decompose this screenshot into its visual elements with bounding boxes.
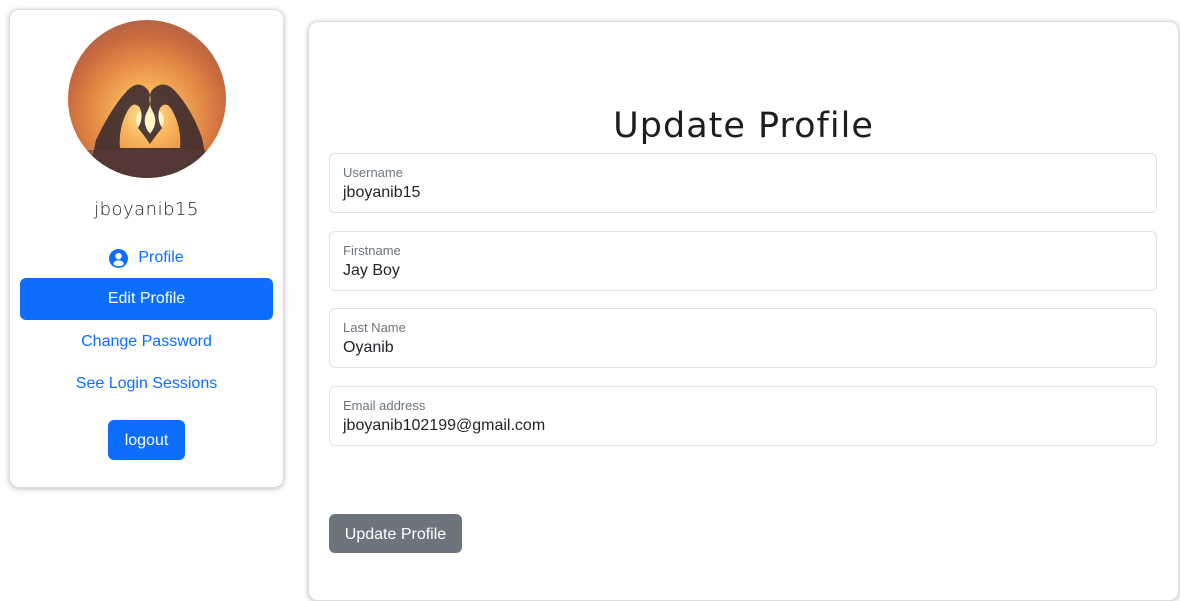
heart-hands-icon — [68, 84, 226, 178]
username-field-label: Username — [343, 165, 403, 180]
page-title: Update Profile — [613, 106, 874, 146]
sidebar-item-change-password[interactable]: Change Password — [20, 332, 273, 352]
lastname-field-label: Last Name — [343, 320, 406, 335]
logout-button[interactable]: logout — [108, 420, 185, 460]
email-field[interactable]: Email address jboyanib102199@gmail.com — [329, 386, 1157, 446]
sidebar-item-edit-profile[interactable]: Edit Profile — [20, 278, 273, 320]
sidebar-item-login-sessions[interactable]: See Login Sessions — [20, 374, 273, 394]
username-field[interactable]: Username jboyanib15 — [329, 153, 1157, 213]
lastname-field-value[interactable]: Oyanib — [343, 339, 394, 357]
user-circle-icon — [109, 248, 129, 268]
sidebar-item-profile-label: Profile — [138, 249, 184, 266]
main-card: Update Profile Username jboyanib15 First… — [308, 21, 1179, 601]
firstname-field[interactable]: Firstname Jay Boy — [329, 231, 1157, 291]
username-field-value[interactable]: jboyanib15 — [343, 184, 420, 202]
firstname-field-label: Firstname — [343, 243, 401, 258]
email-field-label: Email address — [343, 398, 426, 413]
firstname-field-value[interactable]: Jay Boy — [343, 262, 400, 280]
sidebar-card: jboyanib15 Profile Edit Profile Change P… — [9, 9, 284, 488]
avatar — [68, 20, 226, 178]
update-profile-button[interactable]: Update Profile — [329, 514, 462, 553]
sidebar-item-profile[interactable]: Profile — [20, 248, 273, 268]
sidebar-username: jboyanib15 — [94, 199, 199, 220]
email-field-value[interactable]: jboyanib102199@gmail.com — [343, 417, 545, 435]
lastname-field[interactable]: Last Name Oyanib — [329, 308, 1157, 368]
